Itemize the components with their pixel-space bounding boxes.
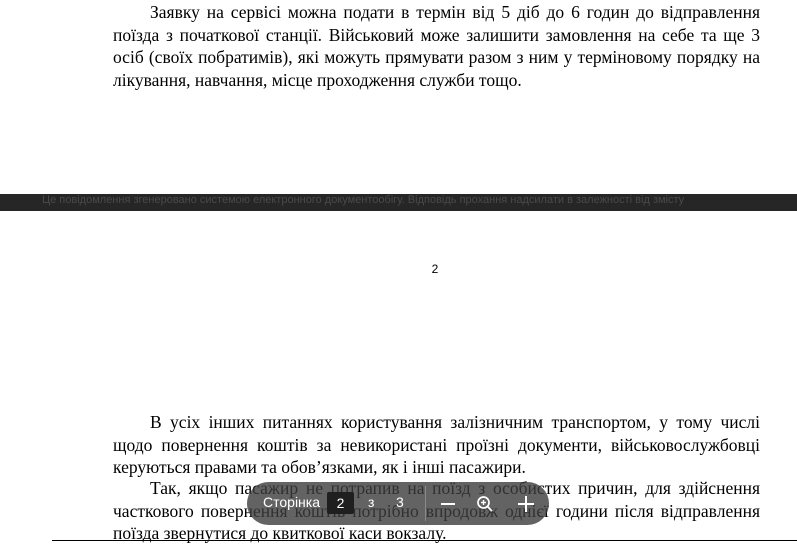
- page-bottom-rule: [52, 540, 797, 541]
- page-break-bar: Це повідомлення згенеровано системою еле…: [0, 194, 797, 211]
- toolbar-separator: [425, 486, 426, 521]
- total-pages: 3: [396, 494, 404, 510]
- pdf-navigation-toolbar: Сторінка 2 з 3: [247, 482, 549, 525]
- paragraph-service-application: Заявку на сервісі можна подати в термін …: [113, 2, 760, 90]
- of-label: з: [368, 494, 375, 510]
- page-number: 2: [431, 262, 439, 276]
- page-label: Сторінка: [263, 494, 320, 510]
- minus-icon: [441, 503, 455, 505]
- zoom-fit-button[interactable]: [471, 490, 499, 518]
- paragraph-other-questions: В усіх інших питаннях користування заліз…: [113, 412, 760, 477]
- current-page-input[interactable]: 2: [327, 492, 354, 514]
- zoom-out-button[interactable]: [434, 490, 462, 518]
- zoom-fit-icon: [477, 496, 493, 512]
- page-footer-text: Це повідомлення згенеровано системою еле…: [42, 194, 685, 206]
- plus-icon: [518, 496, 534, 512]
- zoom-in-button[interactable]: [512, 490, 540, 518]
